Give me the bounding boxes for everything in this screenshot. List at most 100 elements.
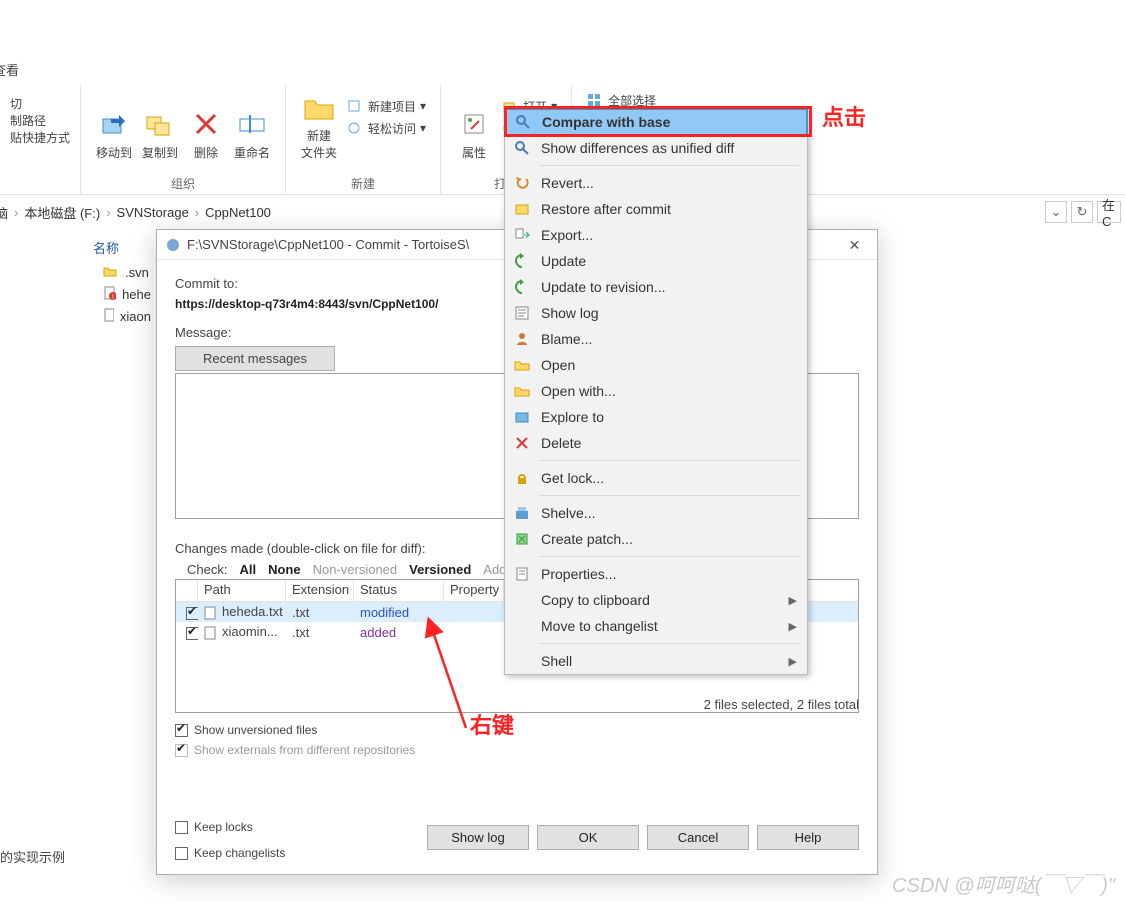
moveto-icon <box>98 108 130 140</box>
close-button[interactable]: ✕ <box>832 230 877 260</box>
bc-cppnet100[interactable]: CppNet100 <box>205 205 271 220</box>
newfolder-button[interactable]: 新建 文件夹 <box>296 89 342 163</box>
tab-row: 查看 <box>0 56 27 83</box>
menu-item-update[interactable]: Update <box>505 248 807 274</box>
row-checkbox[interactable] <box>186 627 198 640</box>
rename-label: 重命名 <box>234 144 270 161</box>
properties-button[interactable]: 属性 <box>451 89 497 163</box>
newfolder-label: 新建 文件夹 <box>301 127 337 161</box>
explore-icon <box>513 408 531 426</box>
rename-icon <box>236 108 268 140</box>
menu-item-open-with[interactable]: Open with... <box>505 378 807 404</box>
leftpane: 名称 .svn !hehe xiaon <box>85 234 155 327</box>
filter-nonversioned[interactable]: Non-versioned <box>313 562 398 577</box>
leftpane-item-svn[interactable]: .svn <box>85 261 155 283</box>
annotation-click: 点击 <box>822 100 866 132</box>
menu-item-shell[interactable]: Shell▶ <box>505 648 807 674</box>
menu-item-blame[interactable]: Blame... <box>505 326 807 352</box>
file-icon <box>204 606 218 620</box>
newitem-button[interactable]: 新建项目▾ <box>342 95 430 117</box>
help-button[interactable]: Help <box>757 825 859 850</box>
menu-item-copy-to-clipboard[interactable]: Copy to clipboard▶ <box>505 587 807 613</box>
menu-item-shelve[interactable]: Shelve... <box>505 500 807 526</box>
delete-button[interactable]: 删除 <box>183 89 229 163</box>
rename-button[interactable]: 重命名 <box>229 89 275 163</box>
cancel-button[interactable]: Cancel <box>647 825 749 850</box>
properties-label: 属性 <box>462 144 486 161</box>
bc-dropdown[interactable]: ⌄ <box>1045 201 1067 223</box>
file-icon <box>204 626 218 640</box>
recent-messages-button[interactable]: Recent messages <box>175 346 335 371</box>
group-clipboard: 切 制路径 贴快捷方式 <box>0 85 81 194</box>
menu-item-properties[interactable]: Properties... <box>505 561 807 587</box>
folder-icon <box>513 382 531 400</box>
easyaccess-button[interactable]: 轻松访问▾ <box>342 117 430 139</box>
keep-changelists-label: Keep changelists <box>194 846 285 860</box>
leftpane-header[interactable]: 名称 <box>85 234 155 261</box>
move-icon <box>513 617 531 635</box>
show-unversioned-label: Show unversioned files <box>194 723 317 737</box>
copypath-text[interactable]: 制路径 <box>10 112 46 129</box>
menu-item-open[interactable]: Open <box>505 352 807 378</box>
cut-text[interactable]: 切 <box>10 95 22 112</box>
tortoise-icon <box>165 237 181 253</box>
delete-label: 删除 <box>194 144 218 161</box>
show-unversioned-checkbox[interactable] <box>175 724 188 737</box>
bc-svnstorage[interactable]: SVNStorage <box>117 205 189 220</box>
copyto-icon <box>144 108 176 140</box>
menu-item-delete[interactable]: Delete <box>505 430 807 456</box>
show-externals-checkbox <box>175 744 188 757</box>
th-path[interactable]: Path <box>198 580 286 601</box>
moveto-button[interactable]: 移动到 <box>91 89 137 163</box>
revert-icon <box>513 174 531 192</box>
show-externals-label: Show externals from different repositori… <box>194 743 415 757</box>
menu-item-show-differences-as-unified-diff[interactable]: Show differences as unified diff <box>505 135 807 161</box>
dialog-title-text: F:\SVNStorage\CppNet100 - Commit - Torto… <box>187 237 469 252</box>
menu-item-explore-to[interactable]: Explore to <box>505 404 807 430</box>
check-label: Check: <box>187 562 227 577</box>
bc-computer[interactable]: 脑 <box>0 203 8 222</box>
copyto-button[interactable]: 复制到 <box>137 89 183 163</box>
svg-text:!: ! <box>112 294 114 301</box>
menu-item-get-lock[interactable]: Get lock... <box>505 465 807 491</box>
th-property[interactable]: Property <box>444 580 504 601</box>
menu-item-create-patch[interactable]: Create patch... <box>505 526 807 552</box>
newfolder-icon <box>303 91 335 123</box>
menu-item-update-to-revision[interactable]: Update to revision... <box>505 274 807 300</box>
ok-button[interactable]: OK <box>537 825 639 850</box>
showlog-button[interactable]: Show log <box>427 825 529 850</box>
group-organize: 移动到 复制到 删除 重命名 组织 <box>81 85 286 194</box>
blame-icon <box>513 330 531 348</box>
th-status[interactable]: Status <box>354 580 444 601</box>
selectall-icon <box>586 92 602 108</box>
group-new-title: 新建 <box>351 175 375 192</box>
context-menu: Compare with baseShow differences as uni… <box>504 108 808 675</box>
keep-locks-checkbox[interactable] <box>175 821 188 834</box>
delete-icon <box>513 434 531 452</box>
copyto-label: 复制到 <box>142 144 178 161</box>
filter-all[interactable]: All <box>239 562 256 577</box>
menu-item-export[interactable]: Export... <box>505 222 807 248</box>
bc-drive[interactable]: 本地磁盘 (F:) <box>24 203 100 222</box>
leftpane-item-xiaon[interactable]: xiaon <box>85 305 155 327</box>
filter-added[interactable]: Add <box>483 562 506 577</box>
keep-locks-label: Keep locks <box>194 820 253 834</box>
leftpane-item-hehe[interactable]: !hehe <box>85 283 155 305</box>
menu-item-move-to-changelist[interactable]: Move to changelist▶ <box>505 613 807 639</box>
keep-changelists-checkbox[interactable] <box>175 847 188 860</box>
bc-search[interactable]: 在 C <box>1097 201 1121 223</box>
menu-item-show-log[interactable]: Show log <box>505 300 807 326</box>
menu-item-restore-after-commit[interactable]: Restore after commit <box>505 196 807 222</box>
bc-refresh[interactable]: ↻ <box>1071 201 1093 223</box>
menu-item-revert[interactable]: Revert... <box>505 170 807 196</box>
filter-versioned[interactable]: Versioned <box>409 562 471 577</box>
file-modified-icon: ! <box>103 286 116 302</box>
row-checkbox[interactable] <box>186 607 198 620</box>
export-icon <box>513 226 531 244</box>
filter-none[interactable]: None <box>268 562 301 577</box>
mag-icon <box>513 139 531 157</box>
menu-item-compare-with-base[interactable]: Compare with base <box>504 108 808 136</box>
pasteshortcut-text[interactable]: 贴快捷方式 <box>10 129 70 146</box>
th-ext[interactable]: Extension <box>286 580 354 601</box>
tab-view[interactable]: 查看 <box>0 56 27 83</box>
